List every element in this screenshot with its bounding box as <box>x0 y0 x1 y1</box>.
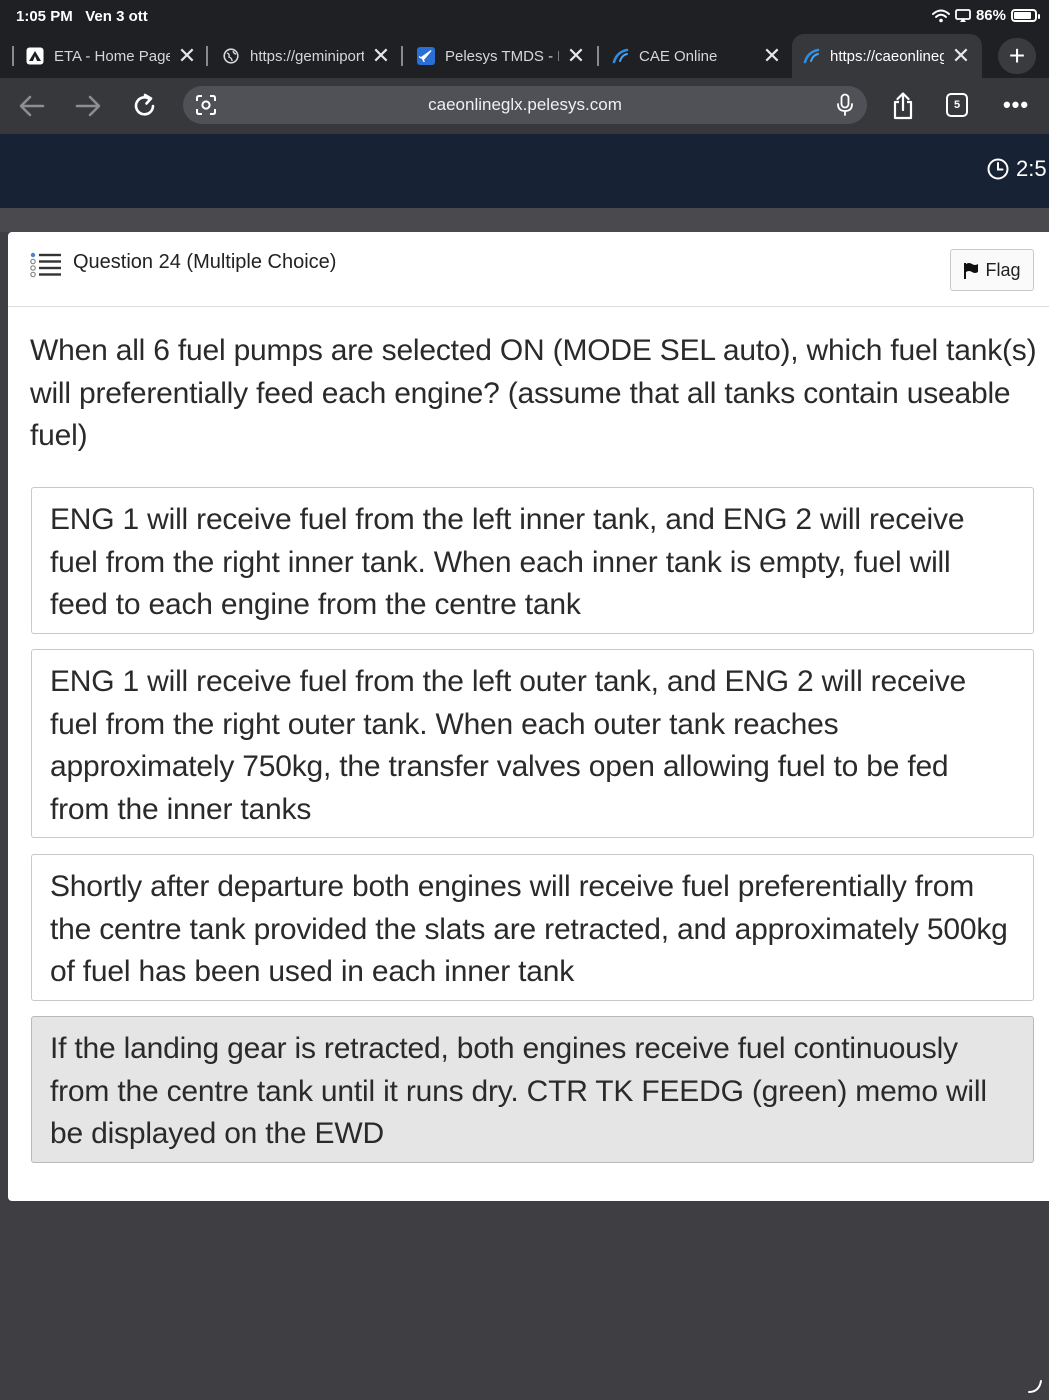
status-time-date: 1:05 PM Ven 3 ott <box>16 8 148 25</box>
forward-button[interactable] <box>70 88 106 124</box>
exam-header: 2:5 <box>0 134 1049 208</box>
arrow-left-icon <box>19 95 45 117</box>
tab-separator <box>12 46 14 66</box>
tab-cae-online[interactable]: CAE Online ✕ <box>611 34 783 78</box>
answer-option-text: Shortly after departure both engines wil… <box>50 870 1008 988</box>
cae-swoosh-icon <box>802 47 820 65</box>
browser-tab-strip: ETA - Home Page ✕ https://geminiportal ✕… <box>0 34 1049 78</box>
tab-separator <box>206 46 208 66</box>
clock-icon <box>987 158 1009 180</box>
status-indicators: 86% <box>931 7 1040 24</box>
answer-option-selected[interactable]: If the landing gear is retracted, both e… <box>31 1016 1034 1163</box>
timer-value: 2:5 <box>1016 156 1047 181</box>
tab-title: Pelesys TMDS - Home <box>445 47 559 65</box>
tab-separator <box>597 46 599 66</box>
page-spacer <box>0 208 1049 232</box>
eta-favicon-icon <box>26 47 44 65</box>
tab-caeonlineglx[interactable]: https://caeonlineglx ✕ <box>792 34 982 78</box>
battery-percent: 86% <box>975 7 1006 24</box>
flag-icon <box>964 262 979 279</box>
status-date: Ven 3 ott <box>85 8 148 25</box>
answer-option[interactable]: ENG 1 will receive fuel from the left ou… <box>31 649 1034 838</box>
back-button[interactable] <box>14 88 50 124</box>
address-bar[interactable]: caeonlineglx.pelesys.com <box>183 86 867 124</box>
close-tab-icon[interactable]: ✕ <box>761 43 783 68</box>
close-tab-icon[interactable]: ✕ <box>565 43 587 68</box>
airplane-icon <box>417 47 435 65</box>
answer-option[interactable]: ENG 1 will receive fuel from the left in… <box>31 487 1034 634</box>
tab-separator <box>401 46 403 66</box>
answer-option-text: If the landing gear is retracted, both e… <box>50 1032 987 1150</box>
tab-count-button[interactable]: 5 <box>946 93 968 117</box>
reload-button[interactable] <box>127 88 163 124</box>
answer-option-text: ENG 1 will receive fuel from the left in… <box>50 503 965 621</box>
tab-title: https://caeonlineglx <box>830 47 944 65</box>
tab-title: CAE Online <box>639 47 718 65</box>
answer-option-text: ENG 1 will receive fuel from the left ou… <box>50 665 966 826</box>
new-tab-button[interactable]: + <box>998 38 1036 74</box>
share-icon <box>893 92 913 120</box>
question-text: When all 6 fuel pumps are selected ON (M… <box>30 334 1037 452</box>
tab-eta-home[interactable]: ETA - Home Page ✕ <box>26 34 198 78</box>
globe-icon <box>222 47 240 65</box>
more-menu-button[interactable]: ••• <box>1001 90 1031 120</box>
url-text: caeonlineglx.pelesys.com <box>428 95 622 114</box>
battery-icon <box>1011 9 1040 22</box>
arrow-right-icon <box>75 95 101 117</box>
answer-option[interactable]: Shortly after departure both engines wil… <box>31 854 1034 1001</box>
tab-geminiportal[interactable]: https://geminiportal ✕ <box>222 34 392 78</box>
share-button[interactable] <box>885 88 921 124</box>
question-card: Question 24 (Multiple Choice) Flag When … <box>8 232 1049 1201</box>
close-tab-icon[interactable]: ✕ <box>370 43 392 68</box>
question-list-icon[interactable] <box>30 252 62 278</box>
tab-pelesys-tmds[interactable]: Pelesys TMDS - Home ✕ <box>417 34 587 78</box>
tab-title: ETA - Home Page <box>54 47 170 65</box>
screen-mirroring-icon <box>955 8 971 22</box>
tab-title: https://geminiportal <box>250 47 364 65</box>
cae-swoosh-icon <box>611 47 629 65</box>
status-time: 1:05 PM <box>16 8 73 25</box>
close-tab-icon[interactable]: ✕ <box>176 43 198 68</box>
flag-button[interactable]: Flag <box>950 249 1034 291</box>
question-header: Question 24 (Multiple Choice) Flag <box>8 232 1049 307</box>
microphone-icon[interactable] <box>833 93 857 117</box>
exam-timer: 2:5 <box>987 156 1047 182</box>
status-bar: 1:05 PM Ven 3 ott 86% <box>0 0 1049 34</box>
wifi-icon <box>931 9 950 22</box>
question-title: Question 24 (Multiple Choice) <box>73 251 337 273</box>
corner-resize-icon <box>1028 1380 1042 1393</box>
reload-icon <box>134 93 155 116</box>
close-tab-icon[interactable]: ✕ <box>950 43 972 68</box>
flag-label: Flag <box>985 259 1021 280</box>
browser-toolbar: caeonlineglx.pelesys.com 5 ••• <box>0 78 1049 134</box>
